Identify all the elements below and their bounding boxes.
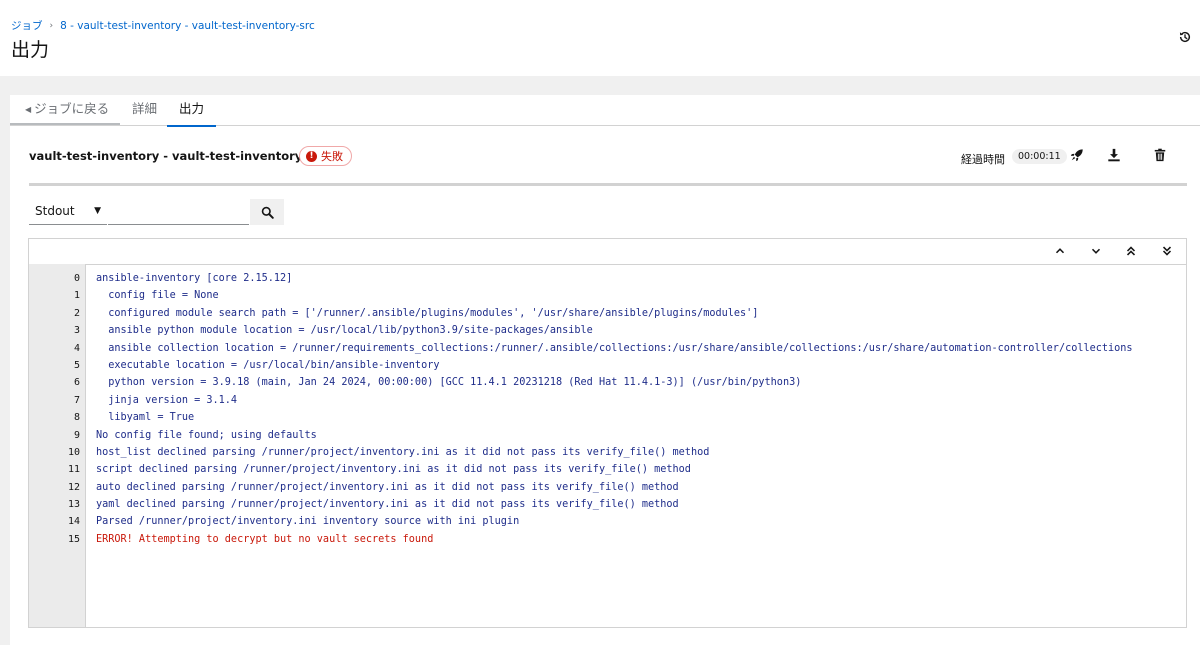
stream-select[interactable]: Stdout ▼ [29, 199, 107, 225]
log-line: 7 jinja version = 3.1.4 [29, 392, 1186, 409]
log-line-text: yaml declined parsing /runner/project/in… [96, 499, 679, 511]
log-line: 12 auto declined parsing /runner/project/… [29, 479, 1186, 496]
log-line: 11 script declined parsing /runner/projec… [29, 461, 1186, 478]
elapsed-label: 経過時間 [961, 153, 1005, 166]
exclamation-circle-icon: ! [306, 150, 317, 162]
history-icon[interactable] [1178, 30, 1192, 44]
rocket-icon[interactable] [1070, 148, 1084, 162]
log-line-text: jinja version = 3.1.4 [96, 394, 238, 406]
scroll-next-icon[interactable] [1089, 244, 1103, 258]
log-line-number: 8 [73, 412, 80, 424]
breadcrumb-current: 8 - vault-test-inventory - vault-test-in… [60, 19, 315, 32]
trash-icon[interactable] [1153, 148, 1167, 162]
log-line: 9 No config file found; using defaults [29, 427, 1186, 444]
log-line-text: ansible-inventory [core 2.15.12] [96, 273, 293, 284]
download-icon[interactable] [1107, 148, 1121, 162]
tab-bar: ◀ ジョブに戻る 詳細 出力 [10, 95, 1200, 127]
output-nav-bar [29, 239, 1186, 265]
breadcrumb-jobs-link[interactable]: ジョブ [11, 18, 43, 33]
status-label: 失敗 [321, 150, 343, 163]
log-line-number: 7 [73, 394, 80, 406]
job-output-panel[interactable]: 0 ansible-inventory [core 2.15.12] 1 confi… [28, 238, 1187, 628]
log-line-number: 2 [73, 307, 80, 319]
log-line-text: ansible python module location = /usr/lo… [96, 325, 593, 337]
tab-details[interactable]: 詳細 [132, 95, 157, 124]
log-line-number: 11 [67, 464, 80, 476]
log-line-text: ERROR! Attempting to decrypt but no vaul… [96, 533, 434, 545]
log-line-number: 6 [73, 377, 80, 389]
log-line: 6 python version = 3.9.18 (main, Jan 24 … [29, 374, 1186, 391]
log-line-number: 3 [73, 325, 80, 337]
log-line-number: 13 [67, 499, 80, 511]
job-name: vault-test-inventory - vault-test-invent… [29, 149, 327, 163]
log-line-number: 5 [73, 359, 80, 371]
breadcrumb-separator-icon: › [49, 20, 54, 31]
tab-output[interactable]: 出力 [167, 95, 216, 127]
log-line-number: 9 [73, 429, 80, 441]
log-line: 15 ERROR! Attempting to decrypt but no va… [29, 531, 1186, 548]
log-line: 3 ansible python module location = /usr/… [29, 322, 1186, 339]
search-input[interactable] [108, 199, 249, 225]
search-icon [261, 206, 274, 219]
log-line-number: 0 [73, 273, 80, 284]
tab-back-to-jobs[interactable]: ◀ ジョブに戻る [10, 95, 120, 125]
log-line-number: 10 [67, 446, 80, 458]
log-lines: 0 ansible-inventory [core 2.15.12] 1 confi… [29, 270, 1186, 548]
scroll-to-bottom-icon[interactable] [1160, 244, 1174, 258]
scroll-to-top-icon[interactable] [1124, 244, 1138, 258]
log-line-text: config file = None [96, 290, 219, 302]
log-line-text: script declined parsing /runner/project/… [96, 464, 691, 476]
log-line-text: host_list declined parsing /runner/proje… [96, 446, 710, 458]
log-line: 5 executable location = /usr/local/bin/a… [29, 357, 1186, 374]
log-line: 0 ansible-inventory [core 2.15.12] [29, 270, 1186, 287]
log-line: 10 host_list declined parsing /runner/pro… [29, 444, 1186, 461]
log-line-number: 1 [73, 290, 80, 302]
log-line-number: 14 [67, 516, 80, 528]
tab-back-label: ジョブに戻る [34, 101, 110, 116]
log-line-number: 12 [67, 481, 80, 493]
search-button[interactable] [250, 199, 284, 225]
log-line-text: libyaml = True [96, 412, 195, 424]
caret-down-icon: ▼ [94, 206, 101, 216]
page-title: 出力 [11, 39, 50, 61]
log-line: 13 yaml declined parsing /runner/project/… [29, 496, 1186, 513]
log-line: 2 configured module search path = ['/run… [29, 305, 1186, 322]
log-line-number: 15 [67, 533, 80, 545]
log-line-text: No config file found; using defaults [96, 429, 317, 441]
log-line: 4 ansible collection location = /runner/… [29, 340, 1186, 357]
log-line-text: auto declined parsing /runner/project/in… [96, 481, 679, 493]
job-progress-bar [29, 183, 1187, 186]
log-line: 14 Parsed /runner/project/inventory.ini i… [29, 513, 1186, 530]
breadcrumb: ジョブ › 8 - vault-test-inventory - vault-t… [11, 18, 315, 33]
caret-left-icon: ◀ [25, 105, 32, 114]
log-line: 8 libyaml = True [29, 409, 1186, 426]
job-output-card: ◀ ジョブに戻る 詳細 出力 vault-test-inventory - vau… [10, 95, 1200, 645]
page-header: ジョブ › 8 - vault-test-inventory - vault-t… [0, 0, 1200, 76]
log-line-number: 4 [73, 342, 80, 354]
log-line-text: configured module search path = ['/runne… [96, 307, 759, 319]
scroll-previous-icon[interactable] [1053, 244, 1067, 258]
log-line-text: Parsed /runner/project/inventory.ini inv… [96, 516, 520, 528]
log-line-text: python version = 3.9.18 (main, Jan 24 20… [96, 377, 802, 389]
status-badge: ! 失敗 [299, 146, 352, 166]
stream-select-value: Stdout [35, 204, 75, 218]
log-line: 1 config file = None [29, 287, 1186, 304]
log-line-text: executable location = /usr/local/bin/ans… [96, 359, 440, 371]
log-line-text: ansible collection location = /runner/re… [96, 342, 1133, 354]
elapsed-time-badge: 00:00:11 [1012, 149, 1067, 164]
